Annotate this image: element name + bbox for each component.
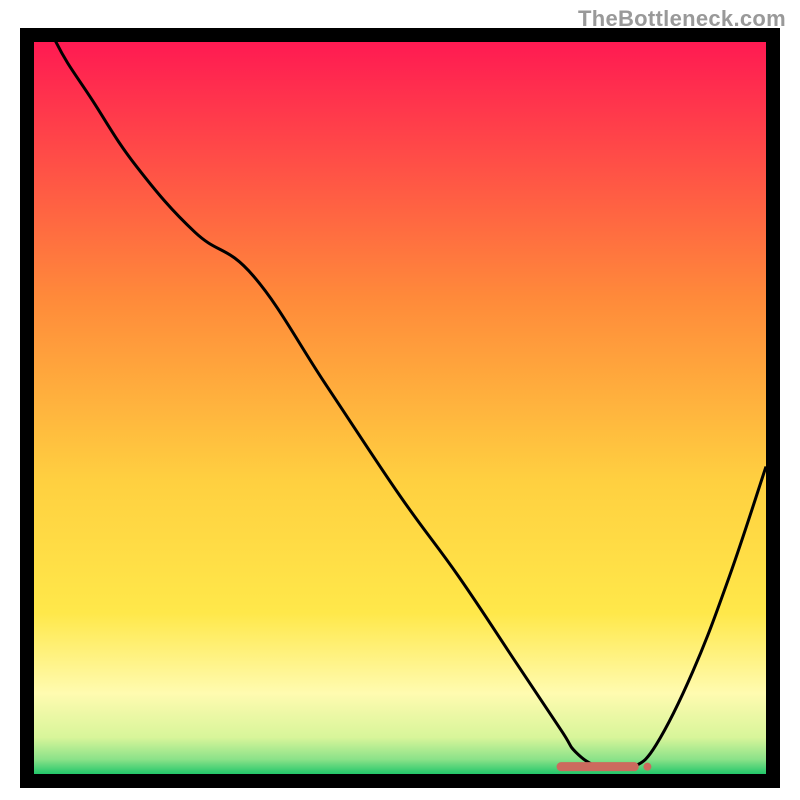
optimal-range-marker-dot [643, 763, 651, 771]
chart-svg [0, 0, 800, 800]
plot-area [20, 0, 780, 788]
chart-background [34, 42, 766, 774]
watermark-text: TheBottleneck.com [578, 6, 786, 32]
